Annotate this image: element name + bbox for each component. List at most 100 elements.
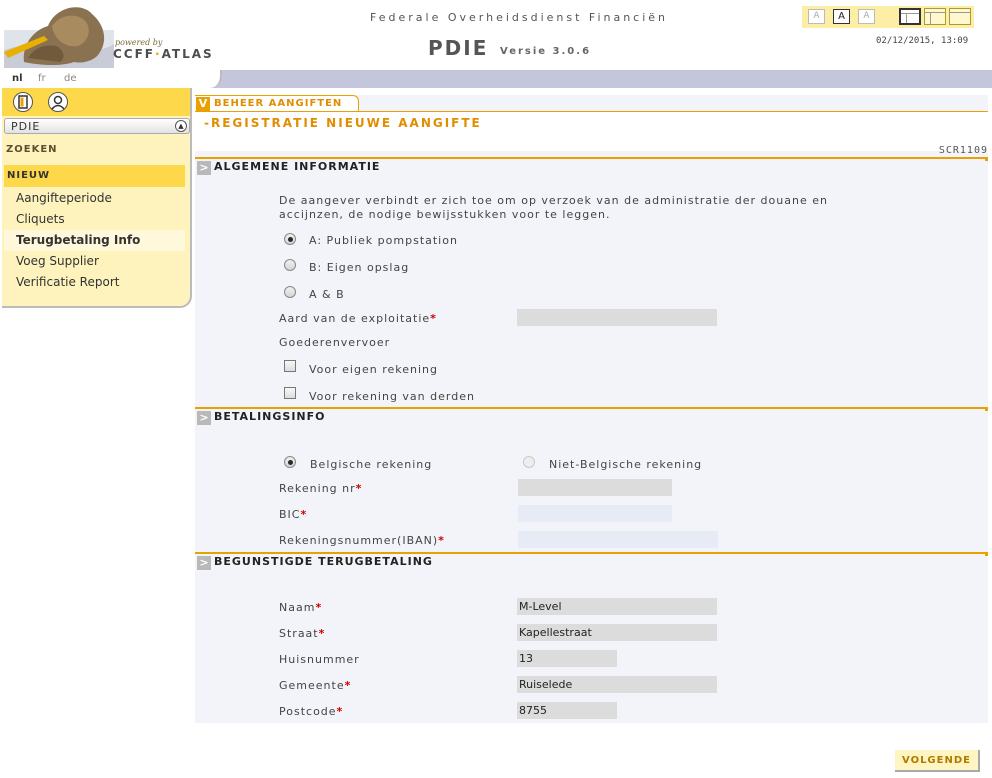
page-title: -REGISTRATIE NIEUWE AANGIFTE xyxy=(204,116,482,130)
page-title-bar: -REGISTRATIE NIEUWE AANGIFTE SCR1109 xyxy=(195,111,988,156)
chevron-right-icon[interactable]: > xyxy=(197,556,211,570)
straat-label: Straat* xyxy=(279,627,325,640)
naam-field[interactable] xyxy=(517,598,717,615)
rekening-nr-field[interactable] xyxy=(518,479,672,496)
sidebar-toolbar xyxy=(2,88,190,116)
gemeente-field[interactable] xyxy=(517,676,717,693)
gemeente-label: Gemeente* xyxy=(279,679,351,692)
gemeente-label-text: Gemeente xyxy=(279,679,345,692)
sidebar: PDIE ▲ ZOEKEN NIEUW Aangifteperiode Cliq… xyxy=(2,88,192,308)
radio-publiek-pompstation[interactable] xyxy=(284,233,296,245)
sidebar-item-terugbetaling-info[interactable]: Terugbetaling Info xyxy=(4,230,185,251)
agency-name: Federale Overheidsdienst Financiën xyxy=(370,11,669,24)
radio-eigen-opslag[interactable] xyxy=(284,259,296,271)
bic-label: BIC* xyxy=(279,508,307,521)
sidebar-item-label: Voeg Supplier xyxy=(16,254,99,268)
iban-label: Rekeningsnummer(IBAN)* xyxy=(279,534,445,547)
breadcrumb[interactable]: V BEHEER AANGIFTEN xyxy=(195,95,359,111)
door-icon[interactable] xyxy=(13,92,33,112)
layout-sidebar-icon[interactable] xyxy=(899,8,921,25)
powered-by-label: powered by xyxy=(115,38,163,47)
postcode-label: Postcode* xyxy=(279,705,343,718)
huisnummer-label: Huisnummer xyxy=(279,653,360,666)
language-tab: nl fr de xyxy=(0,70,222,88)
sidebar-section-nieuw-label: NIEUW xyxy=(7,170,51,181)
bic-field[interactable] xyxy=(518,505,672,522)
iban-label-text: Rekeningsnummer(IBAN) xyxy=(279,534,439,547)
rekening-nr-label-text: Rekening nr xyxy=(279,482,356,495)
aard-label-text: Aard van de exploitatie xyxy=(279,312,431,325)
goederenvervoer-label: Goederenvervoer xyxy=(279,336,391,349)
section-begunstigde-terugbetaling: > BEGUNSTIGDE TERUGBETALING xyxy=(195,552,988,570)
required-marker: * xyxy=(315,601,323,614)
sidebar-section-nieuw[interactable]: NIEUW xyxy=(4,165,185,187)
layout-columns-icon[interactable] xyxy=(924,8,946,25)
font-size-medium-button[interactable]: A xyxy=(833,9,850,24)
checkbox-eigen-rekening[interactable] xyxy=(284,360,296,372)
checkbox-label: Voor rekening van derden xyxy=(309,390,475,403)
header: powered by CCFF·ATLAS Federale Overheids… xyxy=(0,0,992,70)
required-marker: * xyxy=(300,508,308,521)
main-content: V BEHEER AANGIFTEN -REGISTRATIE NIEUWE A… xyxy=(195,95,988,723)
chevron-down-icon: V xyxy=(196,97,210,111)
sidebar-item-cliquets[interactable]: Cliquets xyxy=(4,209,185,230)
language-fr[interactable]: fr xyxy=(38,73,46,84)
radio-belgische-rekening[interactable] xyxy=(284,456,296,468)
huisnummer-field[interactable] xyxy=(517,650,617,667)
brand-rest: ATLAS xyxy=(161,47,214,61)
sidebar-item-aangifteperiode[interactable]: Aangifteperiode xyxy=(4,188,185,209)
radio-a-en-b[interactable] xyxy=(284,286,296,298)
radio-label: Niet-Belgische rekening xyxy=(549,458,703,471)
language-de[interactable]: de xyxy=(64,73,77,84)
app-title: PDIE xyxy=(428,36,489,60)
next-button[interactable]: VOLGENDE xyxy=(895,750,980,772)
required-marker: * xyxy=(438,534,445,547)
section-title: ALGEMENE INFORMATIE xyxy=(214,160,381,173)
straat-field[interactable] xyxy=(517,624,717,641)
language-bar: nl fr de xyxy=(0,70,992,88)
required-marker: * xyxy=(344,679,352,692)
checkbox-rekening-derden[interactable] xyxy=(284,387,296,399)
sidebar-title: PDIE xyxy=(11,120,41,133)
chevron-up-icon[interactable]: ▲ xyxy=(175,120,187,132)
sculpture-logo-icon xyxy=(4,0,114,68)
section-title: BETALINGSINFO xyxy=(214,410,326,423)
section-algemene-informatie: > ALGEMENE INFORMATIE xyxy=(195,157,988,175)
chevron-right-icon[interactable]: > xyxy=(197,161,211,175)
datetime-display: 02/12/2015, 13:09 xyxy=(876,36,969,46)
section-title: BEGUNSTIGDE TERUGBETALING xyxy=(214,555,433,568)
radio-label: Belgische rekening xyxy=(310,458,433,471)
layout-full-icon[interactable] xyxy=(949,8,971,25)
radio-label: B: Eigen opslag xyxy=(309,261,410,274)
naam-label: Naam* xyxy=(279,601,322,614)
aard-label: Aard van de exploitatie* xyxy=(279,312,437,325)
postcode-label-text: Postcode xyxy=(279,705,337,718)
app-version: Versie 3.0.6 xyxy=(500,46,592,57)
checkbox-label: Voor eigen rekening xyxy=(309,363,438,376)
sidebar-header: PDIE ▲ xyxy=(4,118,190,134)
sidebar-item-voeg-supplier[interactable]: Voeg Supplier xyxy=(4,251,185,272)
aard-exploitatie-field[interactable] xyxy=(517,309,717,326)
section-betalingsinfo: > BETALINGSINFO xyxy=(195,407,988,425)
radio-niet-belgische-rekening[interactable] xyxy=(523,456,535,468)
postcode-field[interactable] xyxy=(517,702,617,719)
iban-field[interactable] xyxy=(518,531,718,548)
breadcrumb-label: BEHEER AANGIFTEN xyxy=(214,98,343,109)
sidebar-item-label: Aangifteperiode xyxy=(16,191,112,205)
sidebar-section-zoeken[interactable]: ZOEKEN xyxy=(6,144,58,155)
chevron-right-icon[interactable]: > xyxy=(197,411,211,425)
brand-logo-text: CCFF·ATLAS xyxy=(113,47,214,61)
font-size-small-button[interactable]: A xyxy=(808,9,825,24)
radio-label: A: Publiek pompstation xyxy=(309,234,458,247)
radio-label: A & B xyxy=(309,288,345,301)
sidebar-item-label: Terugbetaling Info xyxy=(16,233,141,247)
font-size-large-button[interactable]: A xyxy=(858,9,875,24)
user-icon[interactable] xyxy=(48,92,68,112)
straat-label-text: Straat xyxy=(279,627,319,640)
bic-label-text: BIC xyxy=(279,508,301,521)
language-nl[interactable]: nl xyxy=(12,73,23,84)
screen-id: SCR1109 xyxy=(938,145,988,156)
required-marker: * xyxy=(336,705,344,718)
sidebar-item-verificatie-report[interactable]: Verificatie Report xyxy=(4,272,185,293)
rekening-nr-label: Rekening nr* xyxy=(279,482,362,495)
